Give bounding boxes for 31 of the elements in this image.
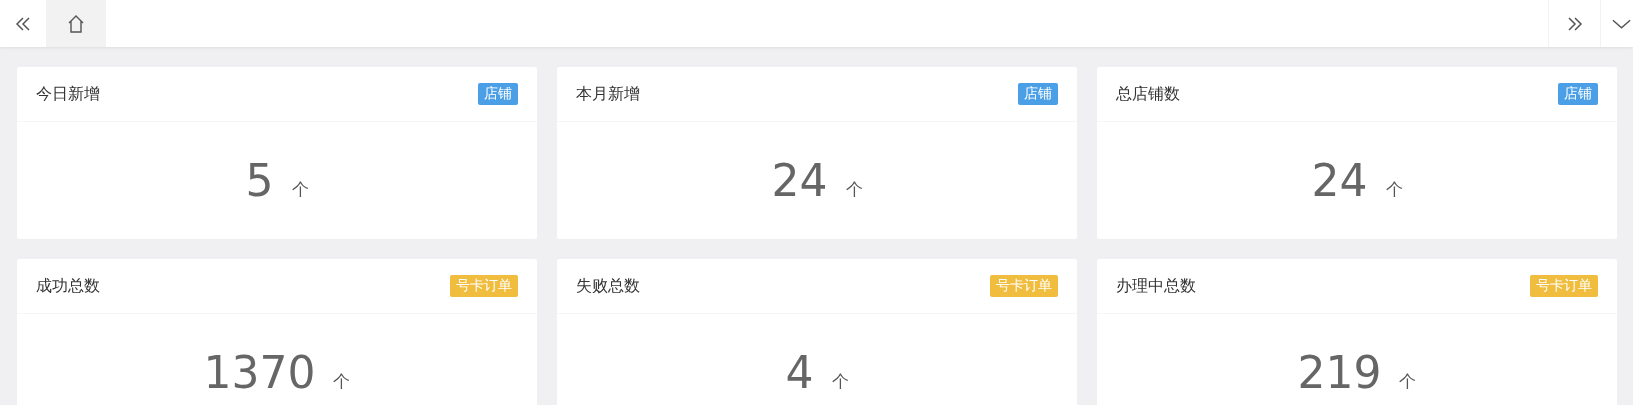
unit-label: 个 <box>291 178 309 201</box>
card-title: 成功总数 <box>36 275 100 297</box>
stat-value: 5 <box>245 155 274 206</box>
category-tag: 号卡订单 <box>1530 275 1598 297</box>
card-title: 总店铺数 <box>1116 83 1180 105</box>
stat-value: 1370 <box>203 347 316 398</box>
scroll-left-button[interactable] <box>0 0 46 47</box>
category-tag: 店铺 <box>1558 83 1598 105</box>
double-chevron-right-icon <box>1565 15 1584 32</box>
category-tag: 号卡订单 <box>450 275 518 297</box>
unit-label: 个 <box>845 178 863 201</box>
unit-label: 个 <box>1399 370 1417 393</box>
category-tag: 店铺 <box>1018 83 1058 105</box>
scroll-right-button[interactable] <box>1548 0 1600 47</box>
double-chevron-left-icon <box>14 15 32 32</box>
card-title: 失败总数 <box>576 275 640 297</box>
stat-value: 24 <box>1311 155 1368 206</box>
stat-value: 24 <box>771 155 828 206</box>
category-tag: 号卡订单 <box>990 275 1058 297</box>
card-title: 今日新增 <box>36 83 100 105</box>
home-icon <box>66 13 86 34</box>
stat-value: 4 <box>785 347 814 398</box>
card-title: 本月新增 <box>576 83 640 105</box>
card-title: 办理中总数 <box>1116 275 1196 297</box>
unit-label: 个 <box>333 370 351 393</box>
stat-value: 219 <box>1297 347 1382 398</box>
unit-label: 个 <box>831 370 849 393</box>
unit-label: 个 <box>1385 178 1403 201</box>
home-tab[interactable] <box>46 0 106 47</box>
category-tag: 店铺 <box>478 83 518 105</box>
dropdown-button[interactable] <box>1600 0 1633 47</box>
